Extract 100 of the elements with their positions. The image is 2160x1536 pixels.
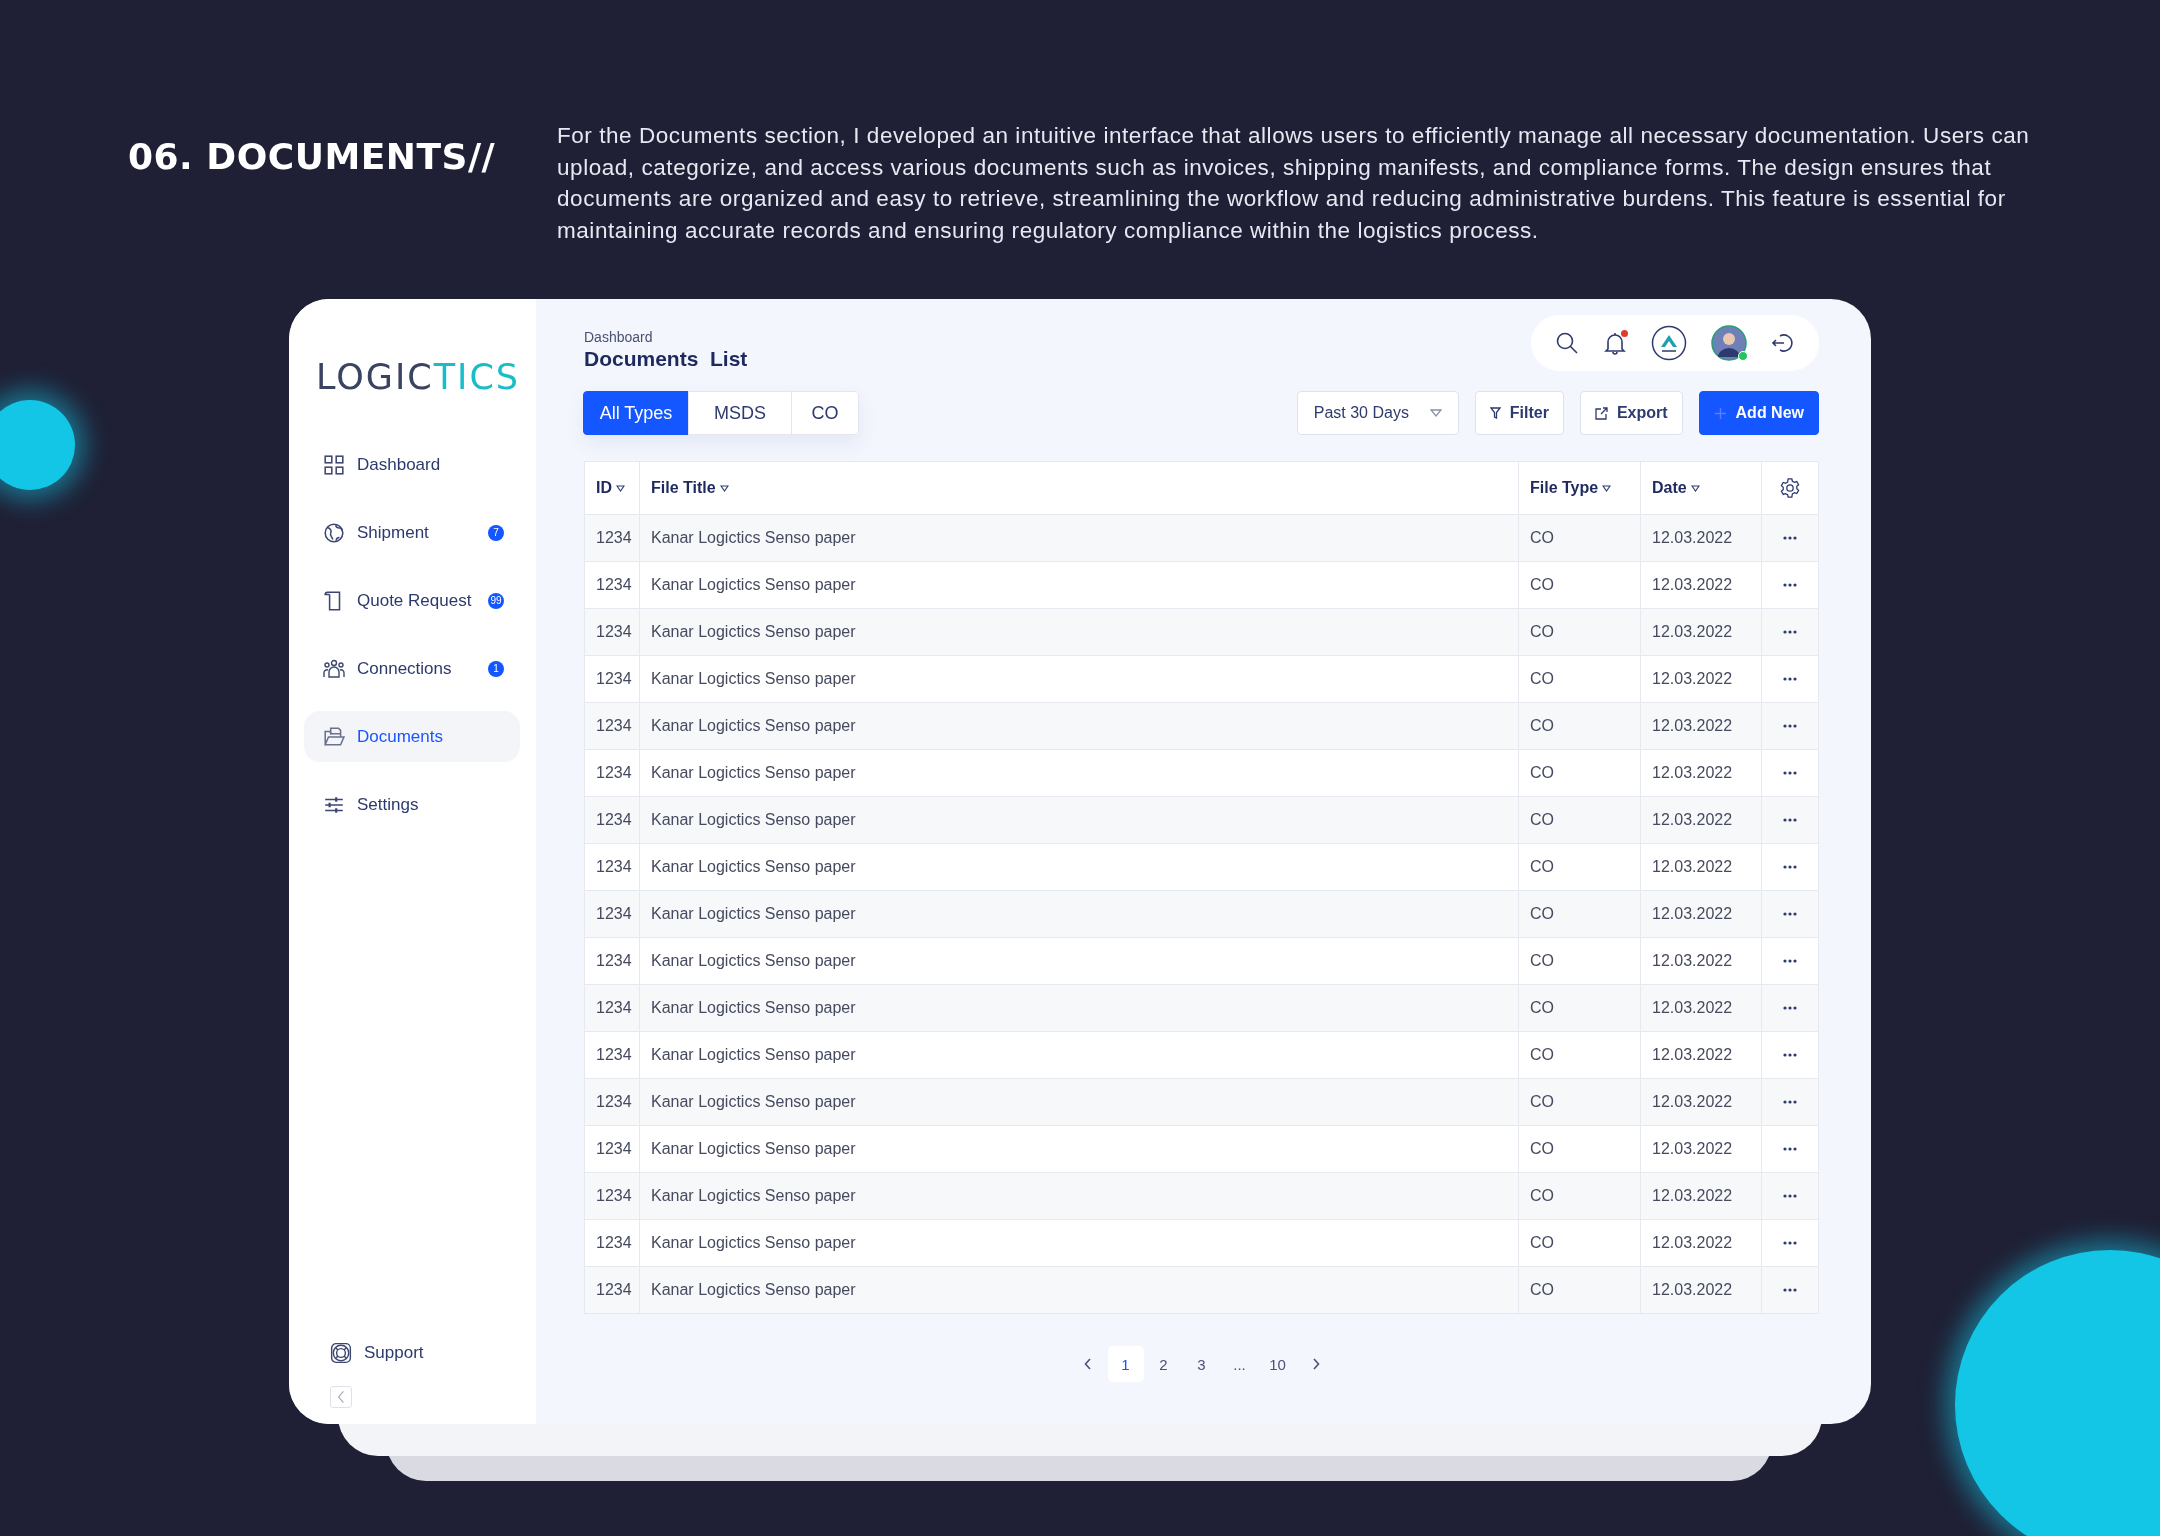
breadcrumb[interactable]: Dashboard	[584, 329, 748, 345]
type-tab[interactable]: MSDS	[688, 391, 792, 435]
more-icon[interactable]	[1783, 1100, 1797, 1104]
sort-caret-icon[interactable]	[719, 484, 729, 492]
table-cell: 12.03.2022	[1641, 1079, 1762, 1125]
sort-caret-icon[interactable]	[1602, 484, 1612, 492]
search-icon[interactable]	[1555, 331, 1579, 355]
more-icon[interactable]	[1783, 865, 1797, 869]
sort-caret-icon[interactable]	[616, 484, 625, 492]
table-cell: Kanar Logictics Senso paper	[640, 985, 1519, 1031]
plus-icon	[1713, 406, 1727, 420]
nav-item[interactable]: Quote Request 99	[304, 575, 520, 626]
table-cell: 1234	[585, 1173, 640, 1219]
table-cell: CO	[1519, 1267, 1641, 1313]
bell-icon[interactable]	[1603, 331, 1627, 355]
sort-caret-icon[interactable]	[1690, 484, 1700, 492]
type-tab[interactable]: All Types	[583, 391, 689, 435]
table-cell: CO	[1519, 703, 1641, 749]
folder-icon	[323, 725, 345, 748]
table-cell: 12.03.2022	[1641, 703, 1762, 749]
filter-icon	[1489, 407, 1501, 419]
table-cell: 12.03.2022	[1641, 609, 1762, 655]
more-icon[interactable]	[1783, 1241, 1797, 1245]
more-icon[interactable]	[1783, 818, 1797, 822]
section-title: 06. DOCUMENTS//	[128, 136, 497, 179]
logout-icon[interactable]	[1771, 331, 1795, 355]
count-badge: 99	[488, 592, 504, 609]
section-description: For the Documents section, I developed an intuitive interface that allows users to efficiently manage all necessary documentation. Users can upload, categorize, and access various documents such as invoices, shipping manifests, and compliance forms. The design ensures that documents are organized and easy to retrieve, streamlining the workflow and reducing administrative burdens. This feature is essential for maintaining accurate records and ensuring regulatory compliance within the logistics process.	[557, 122, 2031, 245]
nav-label: Quote Request	[357, 590, 473, 611]
more-icon[interactable]	[1783, 677, 1797, 681]
table-cell: Kanar Logictics Senso paper	[640, 1173, 1519, 1219]
filter-button[interactable]: Filter	[1474, 391, 1564, 435]
nav-item[interactable]: Dashboard	[304, 439, 520, 490]
caret-icon	[1429, 409, 1442, 417]
more-icon[interactable]	[1783, 724, 1797, 728]
table-cell: CO	[1519, 1173, 1641, 1219]
more-icon[interactable]	[1783, 959, 1797, 963]
more-icon[interactable]	[1783, 630, 1797, 634]
more-icon[interactable]	[1783, 1147, 1797, 1151]
nav-label: Settings	[357, 794, 420, 815]
page-button[interactable]: 10	[1259, 1346, 1296, 1382]
table-cell: 1234	[585, 1079, 640, 1125]
more-icon[interactable]	[1783, 583, 1797, 587]
more-icon[interactable]	[1783, 1006, 1797, 1010]
people-icon	[323, 657, 345, 680]
page-button[interactable]: ...	[1221, 1346, 1258, 1382]
page-button[interactable]: 3	[1183, 1346, 1220, 1382]
table-cell: 1234	[585, 1267, 640, 1313]
table-cell: Kanar Logictics Senso paper	[640, 515, 1519, 561]
table-cell: Kanar Logictics Senso paper	[640, 797, 1519, 843]
table-cell: Kanar Logictics Senso paper	[640, 609, 1519, 655]
page-button[interactable]: 1	[1107, 1346, 1144, 1382]
more-icon[interactable]	[1783, 1194, 1797, 1198]
lifebuoy-icon	[330, 1342, 352, 1364]
table-cell: 12.03.2022	[1641, 891, 1762, 937]
company-logo-icon[interactable]	[1651, 325, 1687, 361]
table-cell: 1234	[585, 797, 640, 843]
more-icon[interactable]	[1783, 1053, 1797, 1057]
nav-label: Documents	[357, 726, 444, 747]
page-button[interactable]: 2	[1145, 1346, 1182, 1382]
table-cell: 1234	[585, 703, 640, 749]
table-cell: 12.03.2022	[1641, 985, 1762, 1031]
nav-item[interactable]: Connections 1	[304, 643, 520, 694]
settings-icon[interactable]	[1779, 477, 1801, 499]
page-title: Documents List	[584, 347, 748, 371]
table-cell: Kanar Logictics Senso paper	[640, 1267, 1519, 1313]
count-badge: 7	[488, 524, 504, 541]
table-cell: 1234	[585, 515, 640, 561]
table-cell: CO	[1519, 891, 1641, 937]
table-cell: CO	[1519, 797, 1641, 843]
avatar[interactable]	[1711, 325, 1747, 361]
table-cell: Kanar Logictics Senso paper	[640, 891, 1519, 937]
export-icon	[1594, 406, 1608, 420]
count-badge: 1	[488, 660, 504, 677]
table-cell: CO	[1519, 609, 1641, 655]
grid-icon	[323, 453, 345, 476]
more-icon[interactable]	[1783, 536, 1797, 540]
chevron-left-icon	[1083, 1358, 1092, 1370]
nav-item[interactable]: Shipment 7	[304, 507, 520, 558]
table-cell: 1234	[585, 891, 640, 937]
nav-item[interactable]: Settings	[304, 779, 520, 830]
table-cell: 1234	[585, 985, 640, 1031]
logo: LOGICTICS	[316, 357, 522, 397]
nav-label: Connections	[357, 658, 453, 679]
chevron-left-icon	[337, 1390, 345, 1404]
export-button[interactable]: Export	[1579, 391, 1683, 435]
table-cell: Kanar Logictics Senso paper	[640, 1079, 1519, 1125]
type-tab[interactable]: CO	[791, 391, 859, 435]
table-cell: 1234	[585, 609, 640, 655]
more-icon[interactable]	[1783, 912, 1797, 916]
more-icon[interactable]	[1783, 1288, 1797, 1292]
more-icon[interactable]	[1783, 771, 1797, 775]
table-cell: 12.03.2022	[1641, 515, 1762, 561]
add-new-button[interactable]: Add New	[1698, 391, 1819, 435]
table-cell: 12.03.2022	[1641, 1267, 1762, 1313]
support-link[interactable]: Support	[330, 1342, 536, 1364]
period-dropdown[interactable]: Past 30 Days	[1296, 391, 1459, 435]
nav-item[interactable]: Documents	[304, 711, 520, 762]
table-cell: CO	[1519, 1079, 1641, 1125]
table-cell: CO	[1519, 515, 1641, 561]
